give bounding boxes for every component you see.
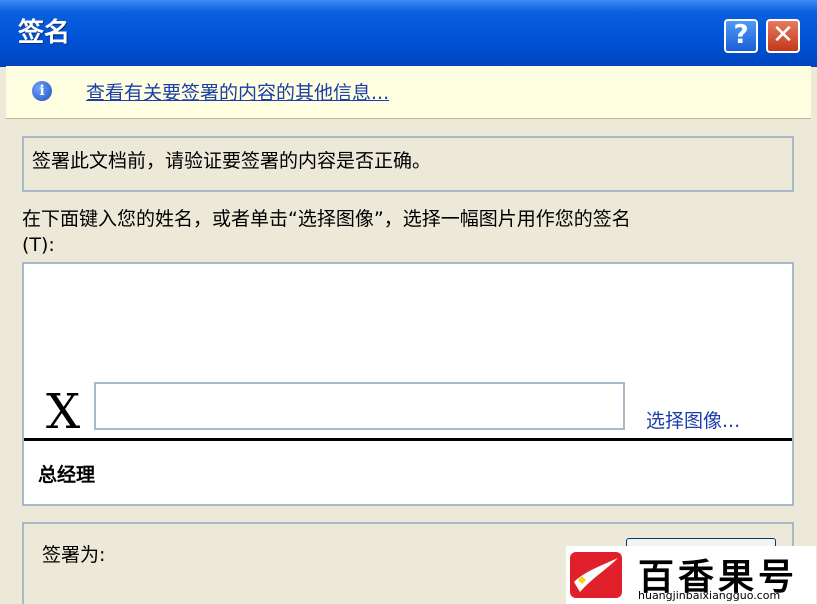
signature-area: X 选择图像... 总经理 bbox=[22, 262, 794, 506]
instruction-text: 签署此文档前，请验证要签署的内容是否正确。 bbox=[32, 150, 432, 172]
info-icon: i bbox=[32, 81, 52, 101]
title-bar: 签名 ? ✕ bbox=[0, 0, 817, 67]
watermark-url: huangjinbaixiangguo.com bbox=[638, 589, 781, 602]
signature-name-input[interactable] bbox=[94, 382, 625, 430]
prompt-line-2: (T): bbox=[22, 234, 55, 256]
signature-prompt: 在下面键入您的姓名，或者单击“选择图像”，选择一幅图片用作您的签名 (T): bbox=[22, 206, 812, 258]
brand-logo-icon bbox=[570, 552, 622, 598]
sign-as-label: 签署为: bbox=[42, 544, 106, 566]
signer-title: 总经理 bbox=[38, 464, 96, 486]
close-button[interactable]: ✕ bbox=[766, 19, 800, 53]
window-title: 签名 bbox=[18, 18, 71, 48]
select-image-link[interactable]: 选择图像... bbox=[646, 406, 740, 433]
help-button[interactable]: ? bbox=[724, 19, 758, 53]
prompt-line-1: 在下面键入您的姓名，或者单击“选择图像”，选择一幅图片用作您的签名 bbox=[22, 208, 631, 230]
instruction-box: 签署此文档前，请验证要签署的内容是否正确。 bbox=[22, 136, 794, 192]
signature-dialog: 签名 ? ✕ i 查看有关要签署的内容的其他信息... 签署此文档前，请验证要签… bbox=[0, 0, 817, 604]
info-bar: i 查看有关要签署的内容的其他信息... bbox=[6, 66, 811, 119]
more-info-link[interactable]: 查看有关要签署的内容的其他信息... bbox=[86, 78, 389, 105]
signature-line bbox=[24, 438, 792, 441]
watermark: 百香果号 huangjinbaixiangguo.com bbox=[566, 546, 816, 604]
signature-x-mark: X bbox=[46, 384, 81, 440]
